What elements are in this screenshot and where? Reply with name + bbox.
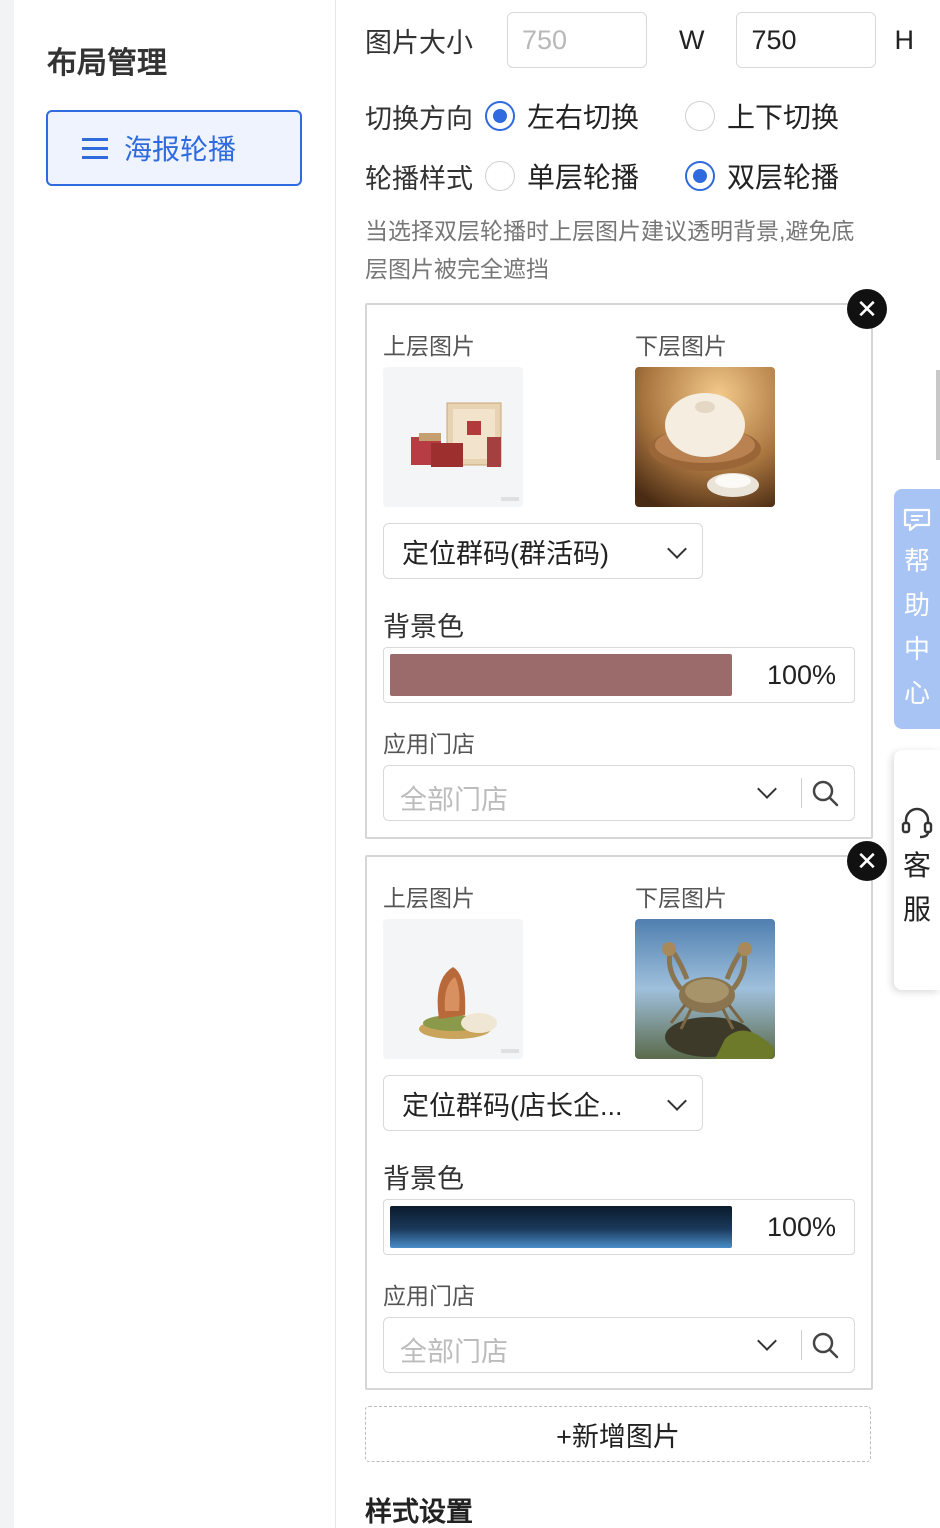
hint-text: 当选择双层轮播时上层图片建议透明背景,避免底层图片被完全遮挡 (365, 218, 855, 282)
radio-dot-checked (685, 161, 716, 191)
radio-dot (685, 101, 716, 131)
top-image-label: 上层图片 (383, 885, 475, 911)
top-image-thumbnail[interactable] (383, 367, 523, 507)
height-unit: H (894, 24, 914, 55)
bg-opacity-value: 100% (766, 1212, 836, 1242)
page-gutter (0, 0, 14, 1528)
scrollbar[interactable] (936, 370, 940, 460)
radio-dot (485, 161, 515, 191)
store-label: 应用门店 (383, 731, 475, 757)
chevron-down-icon (667, 539, 687, 559)
store-select[interactable]: 全部门店 (383, 1317, 855, 1373)
radio-vertical[interactable]: 上下切换 (685, 96, 839, 136)
image-size-row: 图片大小 750 W 750 H (365, 12, 914, 68)
search-icon[interactable] (810, 1330, 840, 1360)
close-icon[interactable]: ✕ (847, 841, 887, 881)
bottom-image-thumbnail[interactable] (635, 919, 775, 1059)
width-input[interactable]: 750 (507, 12, 647, 68)
add-image-button[interactable]: +新增图片 (365, 1406, 871, 1462)
divider (800, 778, 802, 808)
close-icon[interactable]: ✕ (847, 289, 887, 329)
direction-label: 切换方向 (365, 103, 473, 134)
bg-color-label: 背景色 (383, 612, 464, 642)
chevron-down-icon (757, 779, 777, 799)
direction-row: 切换方向 左右切换 上下切换 (365, 96, 839, 136)
chevron-down-icon (757, 1331, 777, 1351)
carousel-style-label: 轮播样式 (365, 163, 473, 194)
bg-color-swatch (390, 1206, 732, 1248)
width-unit: W (679, 24, 705, 55)
bg-color-swatch (390, 654, 732, 696)
bottom-image-label: 下层图片 (635, 885, 727, 911)
customer-service-button[interactable]: 客 服 (894, 750, 940, 990)
radio-single-layer[interactable]: 单层轮播 (485, 156, 639, 196)
sidebar: 布局管理 海报轮播 (14, 0, 336, 1528)
bg-color-label: 背景色 (383, 1164, 464, 1194)
radio-horizontal[interactable]: 左右切换 (485, 96, 639, 136)
message-icon (903, 508, 931, 532)
group-code-select[interactable]: 定位群码(群活码) (383, 523, 703, 579)
carousel-card: ✕ 上层图片 下层图片 (365, 841, 887, 1390)
sidebar-item-poster-carousel[interactable]: 海报轮播 (46, 110, 302, 186)
image-size-label: 图片大小 (365, 27, 473, 58)
bg-opacity-value: 100% (766, 660, 836, 690)
search-icon[interactable] (810, 778, 840, 808)
divider (800, 1330, 802, 1360)
store-select[interactable]: 全部门店 (383, 765, 855, 821)
store-placeholder: 全部门店 (400, 1337, 508, 1367)
bg-color-picker[interactable]: 100% (383, 647, 855, 703)
chevron-down-icon (667, 1091, 687, 1111)
store-placeholder: 全部门店 (400, 785, 508, 815)
top-image-thumbnail[interactable] (383, 919, 523, 1059)
settings-panel: 图片大小 750 W 750 H 切换方向 左右切换 上下切换 轮播样式 单层轮… (337, 0, 940, 1528)
carousel-card: ✕ 上层图片 下层图片 (365, 289, 887, 839)
top-image-label: 上层图片 (383, 333, 475, 359)
radio-dot-checked (485, 101, 515, 131)
bg-color-picker[interactable]: 100% (383, 1199, 855, 1255)
style-settings-title: 样式设置 (365, 1497, 473, 1527)
radio-double-layer[interactable]: 双层轮播 (685, 156, 839, 196)
carousel-style-row: 轮播样式 单层轮播 双层轮播 (365, 156, 839, 196)
headset-icon (901, 807, 933, 839)
sidebar-item-label: 海报轮播 (124, 134, 237, 165)
group-code-select[interactable]: 定位群码(店长企... (383, 1075, 703, 1131)
sidebar-title: 布局管理 (47, 47, 167, 80)
height-input[interactable]: 750 (736, 12, 877, 68)
store-label: 应用门店 (383, 1283, 475, 1309)
help-center-button[interactable]: 帮 助 中 心 (894, 489, 940, 729)
menu-icon (82, 138, 108, 159)
bottom-image-thumbnail[interactable] (635, 367, 775, 507)
bottom-image-label: 下层图片 (635, 333, 727, 359)
